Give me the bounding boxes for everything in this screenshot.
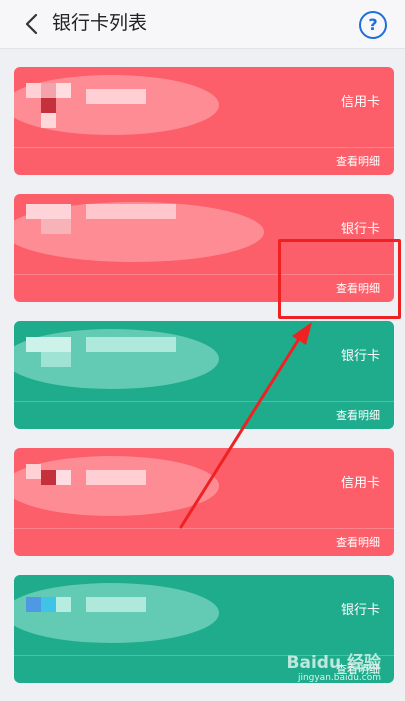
annotation-arrow-icon bbox=[179, 322, 312, 529]
baidu-watermark: Baidu 经验 jingyan.baidu.com bbox=[287, 653, 381, 683]
watermark-url: jingyan.baidu.com bbox=[297, 673, 381, 683]
watermark-brand: Baidu 经验 bbox=[286, 653, 381, 673]
